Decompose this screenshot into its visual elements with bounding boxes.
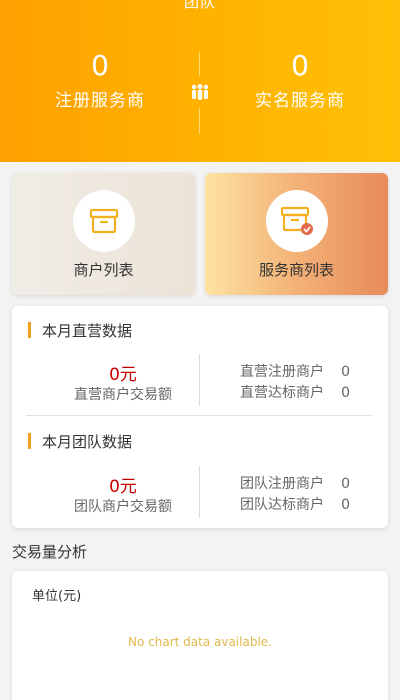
- box-icon: [73, 190, 135, 252]
- direct-qualified-value: 0: [341, 385, 350, 401]
- team-divider: [199, 466, 200, 518]
- direct-registered-row: 直营注册商户 0: [240, 361, 350, 381]
- registered-providers-stat[interactable]: 0 注册服务商: [0, 49, 200, 112]
- direct-amount: 0元: [109, 365, 137, 385]
- direct-qualified-label: 直营达标商户: [240, 385, 324, 401]
- team-header: 团队 0 注册服务商 0 实名服务商: [0, 0, 400, 162]
- chart-unit-label: 单位(元): [32, 589, 82, 604]
- page-title: 团队: [183, 0, 216, 11]
- team-amount: 0元: [109, 477, 137, 497]
- team-registered-row: 团队注册商户 0: [240, 473, 350, 493]
- box-check-icon: [266, 190, 328, 252]
- verified-providers-count: 0: [291, 49, 309, 82]
- merchant-list-card[interactable]: 商户列表: [12, 173, 195, 295]
- transaction-chart: 单位(元) No chart data available.: [12, 571, 388, 700]
- direct-registered-label: 直营注册商户: [240, 364, 324, 380]
- monthly-team-title: 本月团队数据: [28, 431, 132, 452]
- monthly-data-panel: 本月直营数据 0元 直营商户交易额 直营注册商户 0 直营达标商户 0 本月团队数据…: [12, 306, 388, 528]
- registered-providers-label: 注册服务商: [55, 91, 145, 111]
- section-divider: [26, 415, 373, 416]
- registered-providers-count: 0: [91, 49, 109, 82]
- team-qualified-value: 0: [341, 497, 350, 513]
- direct-amount-label: 直营商户交易额: [74, 387, 172, 403]
- direct-divider: [199, 354, 200, 406]
- team-qualified-row: 团队达标商户 0: [240, 494, 350, 514]
- team-qualified-label: 团队达标商户: [240, 497, 324, 513]
- direct-qualified-row: 直营达标商户 0: [240, 382, 350, 402]
- direct-registered-value: 0: [341, 364, 350, 380]
- transaction-analysis-title: 交易量分析: [12, 543, 88, 561]
- monthly-direct-title: 本月直营数据: [28, 320, 132, 341]
- team-amount-label: 团队商户交易额: [74, 499, 172, 515]
- team-registered-label: 团队注册商户: [240, 476, 324, 492]
- merchant-list-label: 商户列表: [73, 261, 134, 279]
- verified-providers-label: 实名服务商: [255, 91, 345, 111]
- verified-providers-stat[interactable]: 0 实名服务商: [200, 49, 400, 112]
- provider-list-label: 服务商列表: [258, 261, 334, 279]
- team-registered-value: 0: [341, 476, 350, 492]
- chart-empty-message: No chart data available.: [128, 635, 272, 649]
- provider-list-card[interactable]: 服务商列表: [205, 173, 388, 295]
